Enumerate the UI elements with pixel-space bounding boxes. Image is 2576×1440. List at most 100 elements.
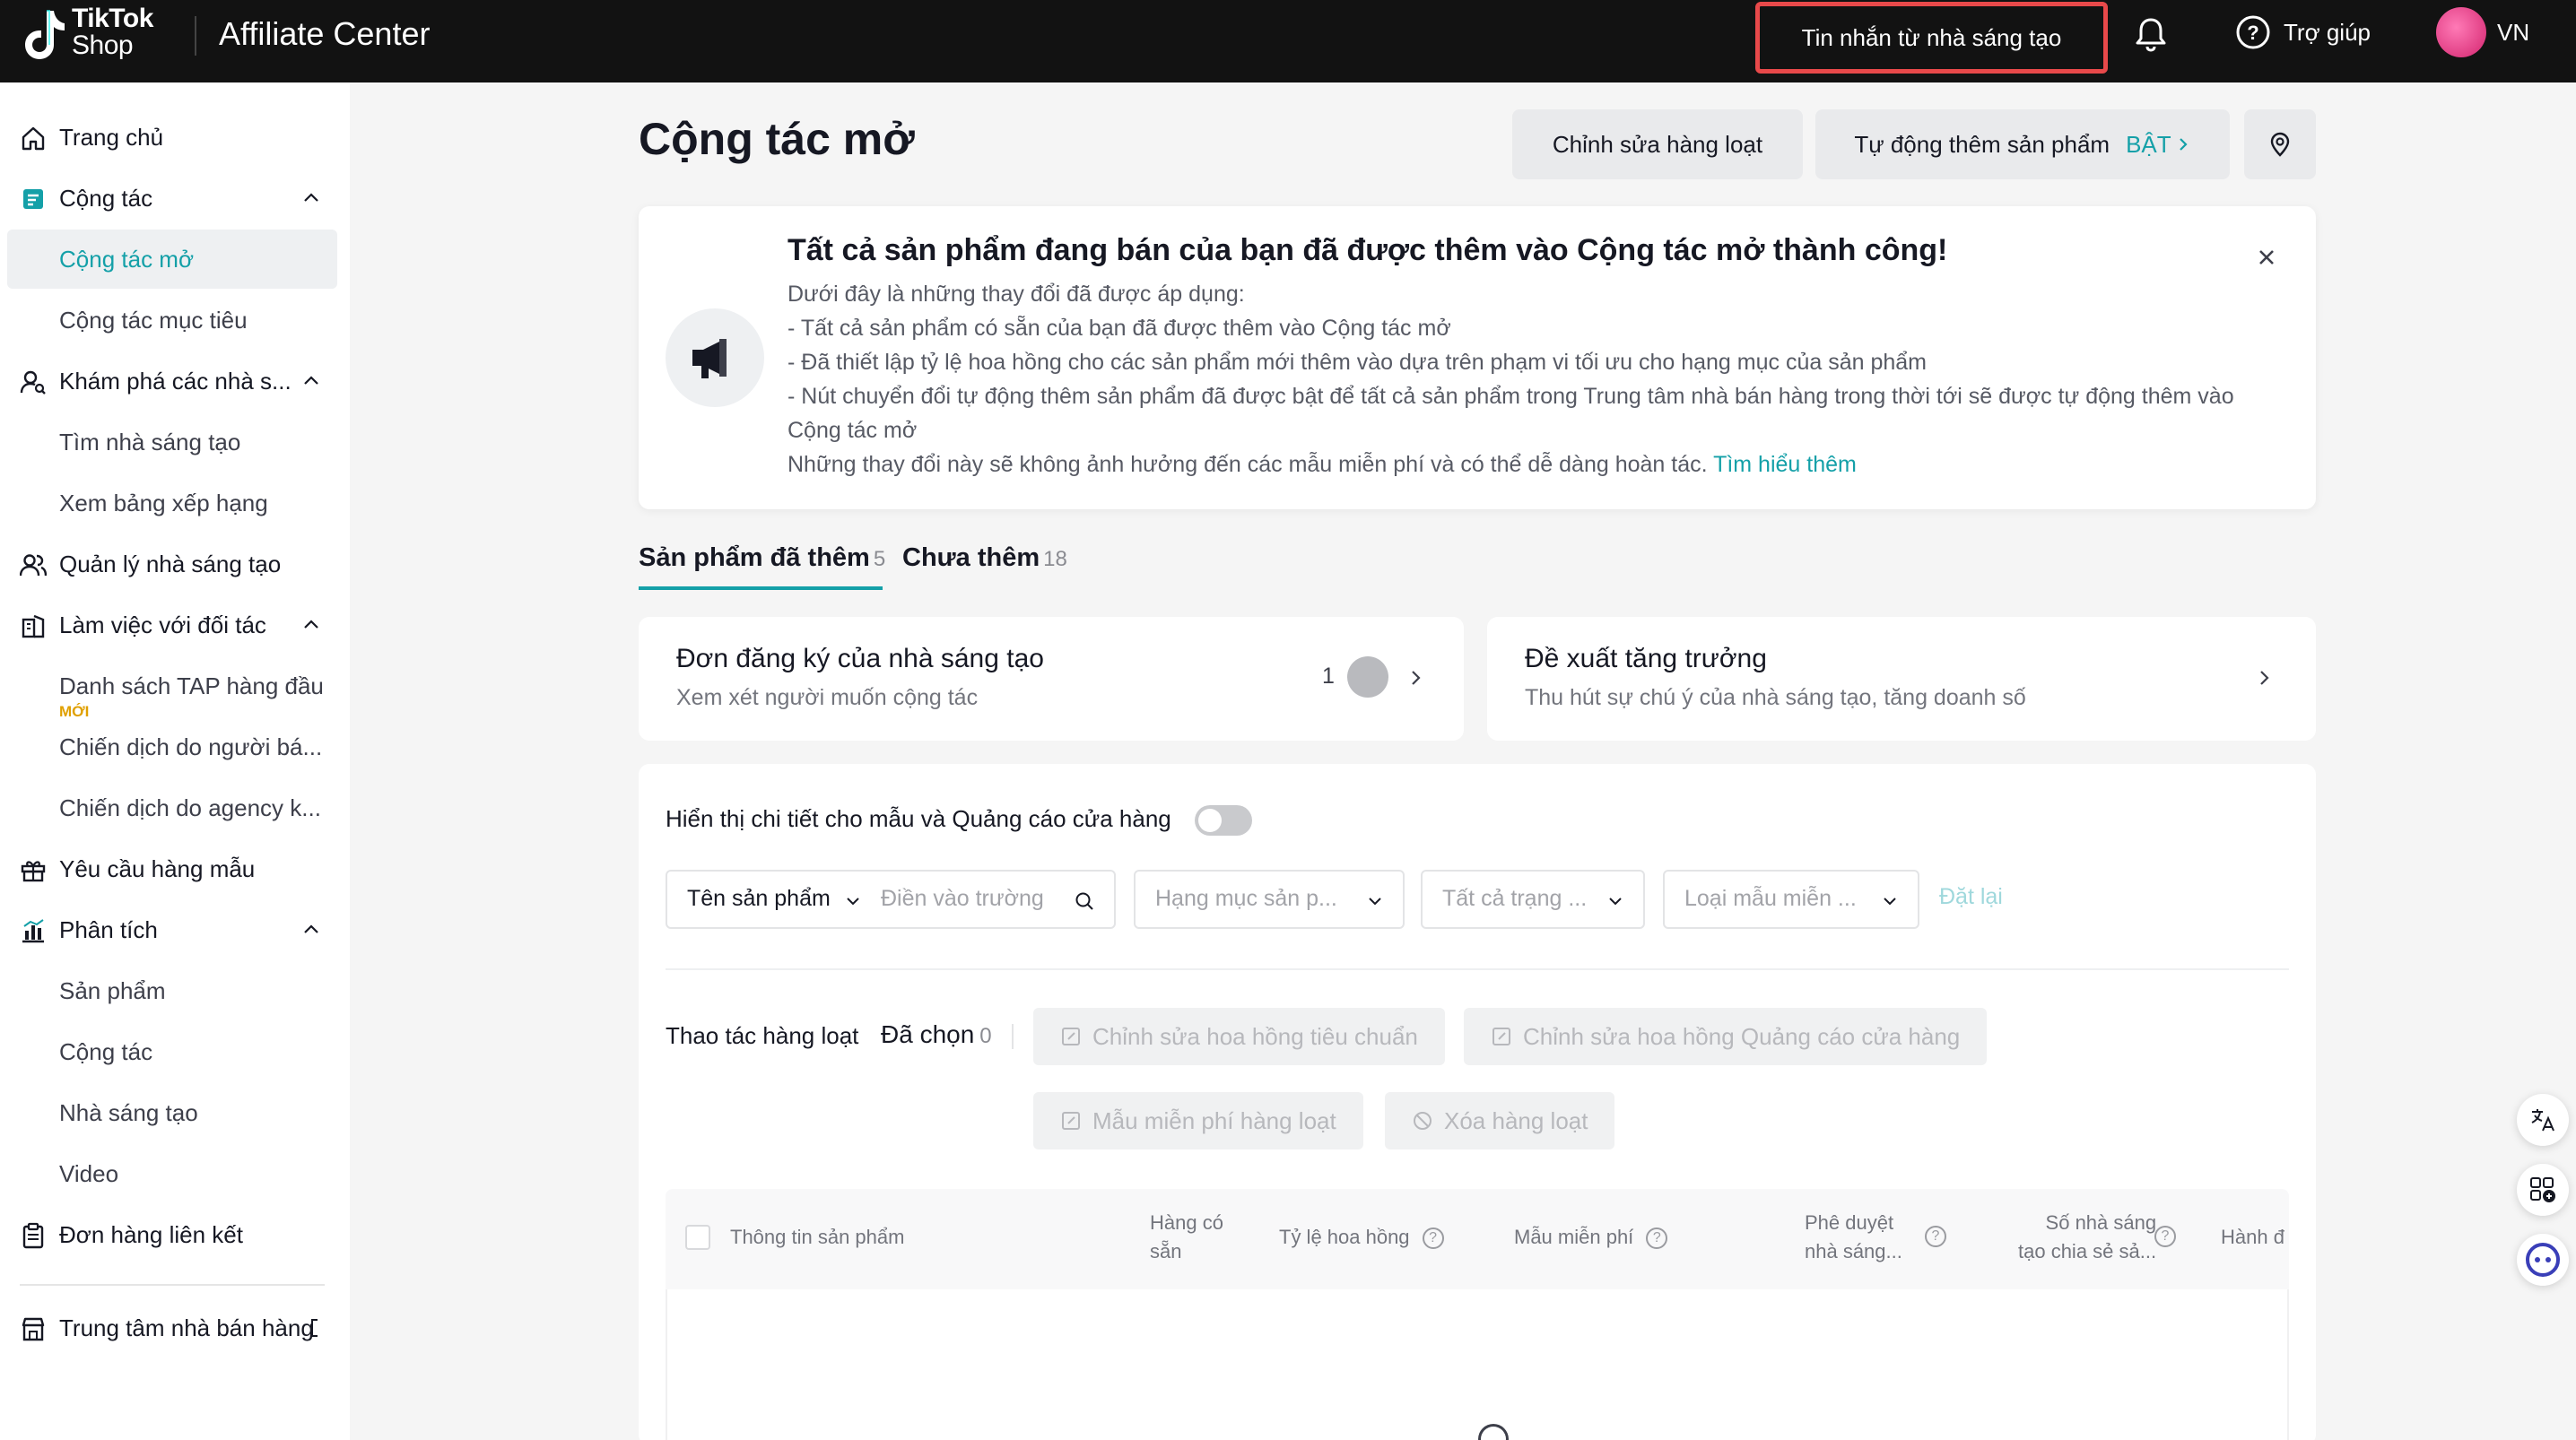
sidebar-item-rankings[interactable]: Xem bảng xếp hạng	[0, 473, 350, 533]
tiktok-note-icon	[25, 10, 65, 59]
edit-icon	[1493, 1028, 1510, 1045]
translate-icon	[2531, 1109, 2554, 1132]
search-input[interactable]: Điền vào trường	[881, 886, 1044, 912]
auto-add-products-button[interactable]: Tự động thêm sản phẩm BẬT	[1815, 109, 2230, 179]
col-commission: Tỷ lệ hoa hồng?	[1279, 1223, 1444, 1252]
sidebar-item-analytics-video[interactable]: Video	[0, 1144, 350, 1203]
growth-suggestions-card[interactable]: Đề xuất tăng trưởng Thu hút sự chú ý của…	[1487, 617, 2316, 741]
success-banner: Tất cả sản phẩm đang bán của bạn đã được…	[639, 206, 2316, 509]
help-button[interactable]: ? Trợ giúp	[2235, 14, 2371, 50]
sidebar-item-collaboration[interactable]: Cộng tác	[0, 169, 350, 228]
creator-applications-card[interactable]: Đơn đăng ký của nhà sáng tạo Xem xét ngư…	[639, 617, 1464, 741]
select-all-checkbox[interactable]	[685, 1225, 710, 1250]
sidebar-item-analytics[interactable]: Phân tích	[0, 900, 350, 959]
details-toggle[interactable]	[1195, 805, 1252, 836]
col-sharing-creators: Số nhà sáng tạo chia sẻ sả...	[2018, 1211, 2157, 1262]
sidebar-item-discover-creators[interactable]: Khám phá các nhà s...	[0, 351, 350, 411]
active-tab-indicator	[639, 586, 883, 590]
home-icon	[22, 126, 45, 151]
category-select[interactable]: Hạng mục sản p...	[1134, 870, 1405, 929]
sidebar-item-open-collaboration[interactable]: Cộng tác mở	[7, 230, 337, 289]
search-icon[interactable]	[1075, 891, 1094, 911]
apps-button[interactable]	[2517, 1164, 2569, 1216]
logo-divider	[195, 16, 196, 56]
search-field-select[interactable]: Tên sản phẩm	[687, 886, 831, 912]
bulk-delete-button[interactable]: Xóa hàng loạt	[1385, 1092, 1615, 1149]
applications-count: 1	[1322, 664, 1335, 689]
help-icon: ?	[1646, 1227, 1668, 1250]
col-stock: Hàng có sẵn	[1150, 1211, 1223, 1262]
sidebar-item-top-tap-list[interactable]: Danh sách TAP hàng đầu	[0, 656, 350, 716]
sidebar-item-analytics-creators[interactable]: Nhà sáng tạo	[0, 1083, 350, 1142]
sidebar-item-home[interactable]: Trang chủ	[0, 108, 350, 167]
banner-line: Cộng tác mở	[788, 418, 918, 443]
divider	[666, 968, 2289, 970]
sidebar-item-agency-campaigns[interactable]: Chiến dịch do agency k...	[0, 778, 350, 837]
assistant-button[interactable]	[2517, 1234, 2569, 1286]
assistant-bot-icon	[2526, 1243, 2560, 1277]
help-icon: ?	[1422, 1227, 1444, 1250]
help-circle-icon: ?	[2236, 15, 2270, 49]
chevron-right-icon	[2179, 138, 2188, 151]
sidebar-item-analytics-collaboration[interactable]: Cộng tác	[0, 1022, 350, 1081]
collaboration-icon	[23, 189, 43, 209]
edit-icon	[1062, 1028, 1080, 1045]
status-select[interactable]: Tất cả trạng ...	[1421, 870, 1645, 929]
page-title: Cộng tác mở	[639, 114, 915, 164]
chevron-up-icon	[304, 620, 318, 629]
sidebar-item-analytics-products[interactable]: Sản phẩm	[0, 961, 350, 1020]
sidebar-item-manage-creators[interactable]: Quản lý nhà sáng tạo	[0, 534, 350, 594]
sidebar-item-affiliate-orders[interactable]: Đơn hàng liên kết	[0, 1205, 350, 1264]
logo-text: TikTok Shop	[72, 4, 153, 60]
chevron-up-icon	[304, 376, 318, 385]
tiktok-shop-logo[interactable]: TikTok Shop	[20, 4, 153, 61]
banner-line: - Đã thiết lập tỷ lệ hoa hồng cho các sả…	[788, 350, 1927, 375]
sidebar-item-seller-center[interactable]: Trung tâm nhà bán hàng	[0, 1298, 350, 1358]
table-body	[666, 1289, 2289, 1440]
col-approve-creators: Phê duyệt nhà sáng...	[1805, 1211, 1902, 1262]
chevron-down-icon[interactable]	[843, 891, 863, 911]
sidebar-item-targeted-collaboration[interactable]: Cộng tác mục tiêu	[0, 291, 350, 350]
sidebar: Trang chủ Cộng tác Cộng tác mở Cộng tác …	[0, 82, 350, 1440]
reset-link[interactable]: Đặt lại	[1939, 884, 2003, 910]
sidebar-divider	[20, 1284, 325, 1286]
help-icon: ?	[1925, 1221, 1946, 1250]
col-free-sample: Mẫu miễn phí?	[1514, 1223, 1668, 1252]
edit-standard-commission-button[interactable]: Chỉnh sửa hoa hồng tiêu chuẩn	[1033, 1008, 1445, 1065]
sidebar-item-sample-requests[interactable]: Yêu cầu hàng mẫu	[0, 839, 350, 898]
divider	[1012, 1024, 1014, 1049]
products-panel: Hiển thị chi tiết cho mẫu và Quảng cáo c…	[639, 764, 2316, 1440]
app-title: Affiliate Center	[219, 15, 431, 52]
chevron-down-icon	[1884, 898, 1896, 906]
learn-more-link[interactable]: Tìm hiểu thêm	[1713, 452, 1857, 477]
bulk-free-samples-button[interactable]: Mẫu miễn phí hàng loạt	[1033, 1092, 1363, 1149]
bulk-edit-button[interactable]: Chỉnh sửa hàng loạt	[1512, 109, 1803, 179]
users-icon	[20, 554, 47, 577]
creator-avatar	[1347, 656, 1388, 698]
sidebar-item-partners[interactable]: Làm việc với đối tác	[0, 595, 350, 655]
creator-messages-button[interactable]: Tin nhắn từ nhà sáng tạo	[1755, 2, 2108, 74]
tab-not-added[interactable]: Chưa thêm 18	[902, 543, 1067, 573]
top-bar: TikTok Shop Affiliate Center Tin nhắn từ…	[0, 0, 2576, 82]
close-icon[interactable]	[2253, 244, 2280, 271]
translate-button[interactable]	[2517, 1094, 2569, 1146]
sidebar-item-find-creators[interactable]: Tìm nhà sáng tạo	[0, 412, 350, 472]
product-search-group: Tên sản phẩm Điền vào trường	[666, 870, 1116, 929]
tab-added-products[interactable]: Sản phẩm đã thêm 5	[639, 543, 885, 573]
location-pin-icon	[2270, 132, 2290, 157]
chevron-down-icon	[1369, 898, 1381, 906]
edit-store-ads-commission-button[interactable]: Chỉnh sửa hoa hồng Quảng cáo cửa hàng	[1464, 1008, 1988, 1065]
col-action: Hành đ	[2221, 1226, 2284, 1248]
location-pin-button[interactable]	[2244, 109, 2316, 179]
store-icon	[22, 1317, 45, 1341]
details-toggle-label: Hiển thị chi tiết cho mẫu và Quảng cáo c…	[666, 805, 1171, 832]
banner-title: Tất cả sản phẩm đang bán của bạn đã được…	[788, 233, 1948, 267]
bell-icon[interactable]	[2131, 14, 2171, 54]
sample-type-select[interactable]: Loại mẫu miễn ...	[1663, 870, 1919, 929]
banner-line: - Tất cả sản phẩm có sẵn của bạn đã được…	[788, 316, 1451, 341]
sidebar-item-seller-campaigns[interactable]: Chiến dịch do người bá...	[0, 717, 350, 776]
chevron-right-icon	[2260, 671, 2269, 685]
col-product-info: Thông tin sản phẩm	[730, 1226, 905, 1248]
account-menu[interactable]: VN	[2436, 7, 2529, 57]
table-header: Thông tin sản phẩm Hàng có sẵn Tỷ lệ hoa …	[666, 1189, 2289, 1289]
